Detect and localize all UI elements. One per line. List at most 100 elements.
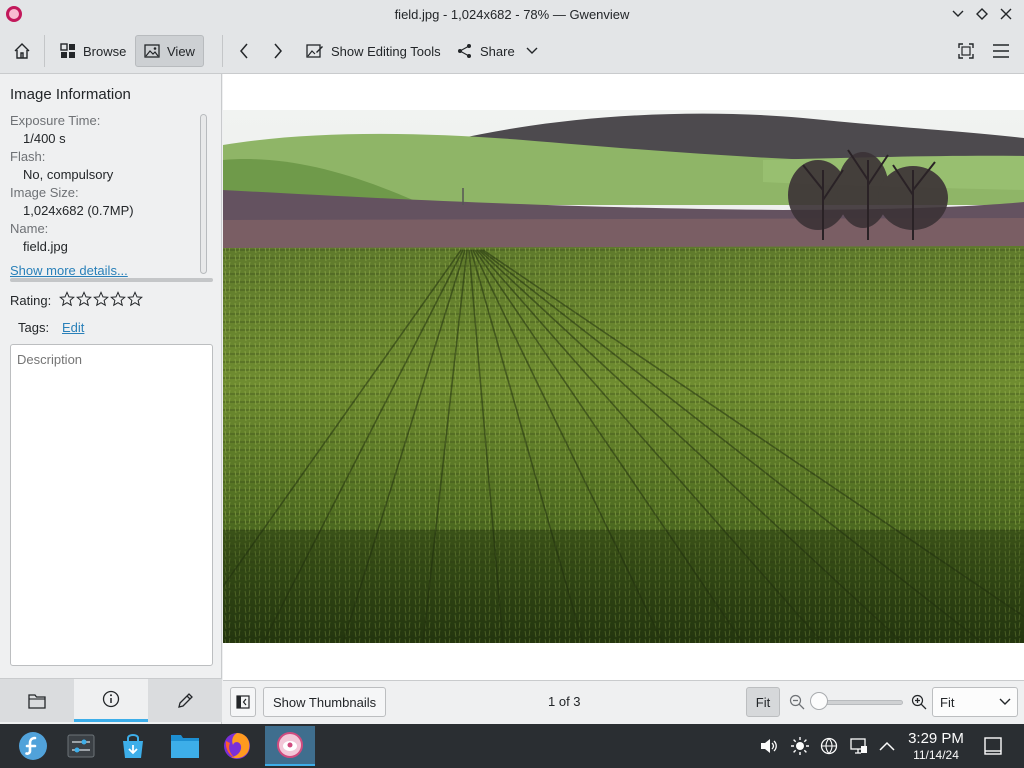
- info-icon: [102, 690, 120, 708]
- fedora-logo-icon: [19, 732, 47, 760]
- meta-key: Name:: [10, 221, 49, 236]
- browse-button[interactable]: Browse: [52, 35, 134, 67]
- window-title: field.jpg - 1,024x682 - 78% — Gwenview: [394, 7, 630, 22]
- fullscreen-button[interactable]: [950, 35, 982, 67]
- zoom-mode-select[interactable]: Fit: [932, 687, 1018, 717]
- meta-value: No, compulsory: [23, 167, 114, 182]
- chevron-down-icon: [526, 47, 538, 54]
- star-icon[interactable]: [127, 290, 143, 308]
- home-button[interactable]: [6, 35, 38, 67]
- clock-time: 3:29 PM: [908, 730, 964, 747]
- home-icon: [14, 43, 30, 59]
- clock-date: 11/14/24: [913, 748, 959, 762]
- chevron-right-icon: [274, 43, 282, 59]
- view-label: View: [167, 43, 195, 59]
- meta-value: 1/400 s: [23, 131, 66, 146]
- next-button[interactable]: [262, 35, 294, 67]
- show-editing-tools-button[interactable]: Show Editing Tools: [298, 35, 449, 67]
- image-viewer[interactable]: [223, 74, 1024, 680]
- share-icon: [458, 44, 471, 58]
- network-tray-icon[interactable]: [819, 736, 839, 756]
- zoom-mode-value: Fit: [940, 694, 955, 710]
- rating-stars: [59, 290, 143, 308]
- folder-icon: [171, 735, 199, 758]
- description-field[interactable]: [10, 344, 213, 666]
- fit-button[interactable]: Fit: [746, 687, 780, 717]
- sun-icon: [791, 737, 809, 755]
- fullscreen-icon: [958, 43, 974, 59]
- image-edit-icon: [306, 44, 323, 58]
- main-toolbar: Browse View Show Editing Tools Share: [0, 29, 1024, 74]
- metadata-list: Exposure Time: 1/400 s Flash: No, compul…: [10, 112, 190, 256]
- status-bar: Show Thumbnails 1 of 3 Fit Fit: [223, 680, 1024, 724]
- zoom-slider-handle[interactable]: [810, 692, 828, 710]
- digital-clock[interactable]: 3:29 PM 11/14/24: [900, 730, 972, 762]
- sidebar-toggle-icon: [236, 695, 250, 709]
- globe-icon: [820, 737, 838, 755]
- sidebar-tabs: [0, 678, 222, 722]
- tab-information[interactable]: [74, 679, 148, 722]
- brightness-tray-icon[interactable]: [790, 736, 810, 756]
- tab-operations[interactable]: [148, 679, 222, 722]
- chevron-left-icon: [240, 43, 248, 59]
- monitor-network-icon: [850, 738, 867, 754]
- taskbar: 3:29 PM 11/14/24: [0, 724, 1024, 768]
- pencil-icon: [178, 692, 193, 708]
- volume-tray-icon[interactable]: [759, 736, 779, 756]
- show-desktop-icon[interactable]: [984, 737, 1002, 755]
- grid-icon: [60, 43, 75, 58]
- speaker-icon: [761, 739, 777, 753]
- close-button[interactable]: [998, 5, 1014, 23]
- share-label: Share: [480, 43, 515, 59]
- discover-launcher[interactable]: [110, 726, 156, 766]
- firefox-icon: [224, 733, 250, 759]
- info-sidebar: Image Information Exposure Time: 1/400 s…: [0, 74, 222, 724]
- firefox-launcher[interactable]: [214, 726, 260, 766]
- image-position: 1 of 3: [548, 694, 581, 709]
- metadata-scrollbar[interactable]: [200, 114, 207, 274]
- show-more-details-link[interactable]: Show more details...: [10, 263, 128, 278]
- system-settings-launcher[interactable]: [58, 726, 104, 766]
- dolphin-launcher[interactable]: [162, 726, 208, 766]
- gwenview-icon: [277, 732, 303, 758]
- chevron-up-icon: [879, 741, 895, 751]
- meta-key: Exposure Time:: [10, 113, 101, 128]
- gwenview-app-icon[interactable]: [6, 6, 22, 22]
- shopping-bag-icon: [123, 734, 143, 758]
- meta-value: field.jpg: [23, 239, 68, 254]
- star-icon[interactable]: [110, 290, 126, 308]
- application-launcher[interactable]: [10, 726, 56, 766]
- tags-label: Tags:: [18, 320, 50, 335]
- zoom-out-icon[interactable]: [789, 694, 805, 710]
- star-icon[interactable]: [76, 290, 92, 308]
- previous-button[interactable]: [228, 35, 260, 67]
- field-photo[interactable]: [223, 110, 1024, 643]
- minimize-button[interactable]: [950, 5, 966, 23]
- star-icon[interactable]: [93, 290, 109, 308]
- show-editing-tools-label: Show Editing Tools: [331, 43, 441, 59]
- folder-icon: [28, 693, 46, 709]
- tags-edit-link[interactable]: Edit: [62, 320, 84, 335]
- rating-label: Rating:: [10, 293, 52, 308]
- zoom-in-icon[interactable]: [911, 694, 927, 710]
- show-hidden-icons-button[interactable]: [877, 736, 897, 756]
- sidebar-splitter[interactable]: [10, 278, 213, 282]
- tab-folders[interactable]: [0, 679, 74, 722]
- hamburger-menu-button[interactable]: [985, 35, 1017, 67]
- image-information-heading: Image Information: [10, 86, 131, 103]
- meta-value: 1,024x682 (0.7MP): [23, 203, 134, 218]
- browse-label: Browse: [83, 43, 127, 59]
- hamburger-icon: [993, 44, 1009, 58]
- settings-sliders-icon: [67, 734, 95, 758]
- maximize-button[interactable]: [974, 5, 990, 23]
- star-icon[interactable]: [59, 290, 75, 308]
- view-button[interactable]: View: [135, 35, 204, 67]
- image-icon: [144, 44, 160, 58]
- share-button[interactable]: Share: [449, 35, 546, 67]
- show-thumbnails-button[interactable]: Show Thumbnails: [263, 687, 387, 717]
- toggle-sidebar-button[interactable]: [230, 687, 256, 717]
- wired-network-tray-icon[interactable]: [849, 736, 869, 756]
- gwenview-task[interactable]: [265, 726, 315, 766]
- meta-key: Flash:: [10, 149, 46, 164]
- chevron-down-icon: [999, 698, 1011, 705]
